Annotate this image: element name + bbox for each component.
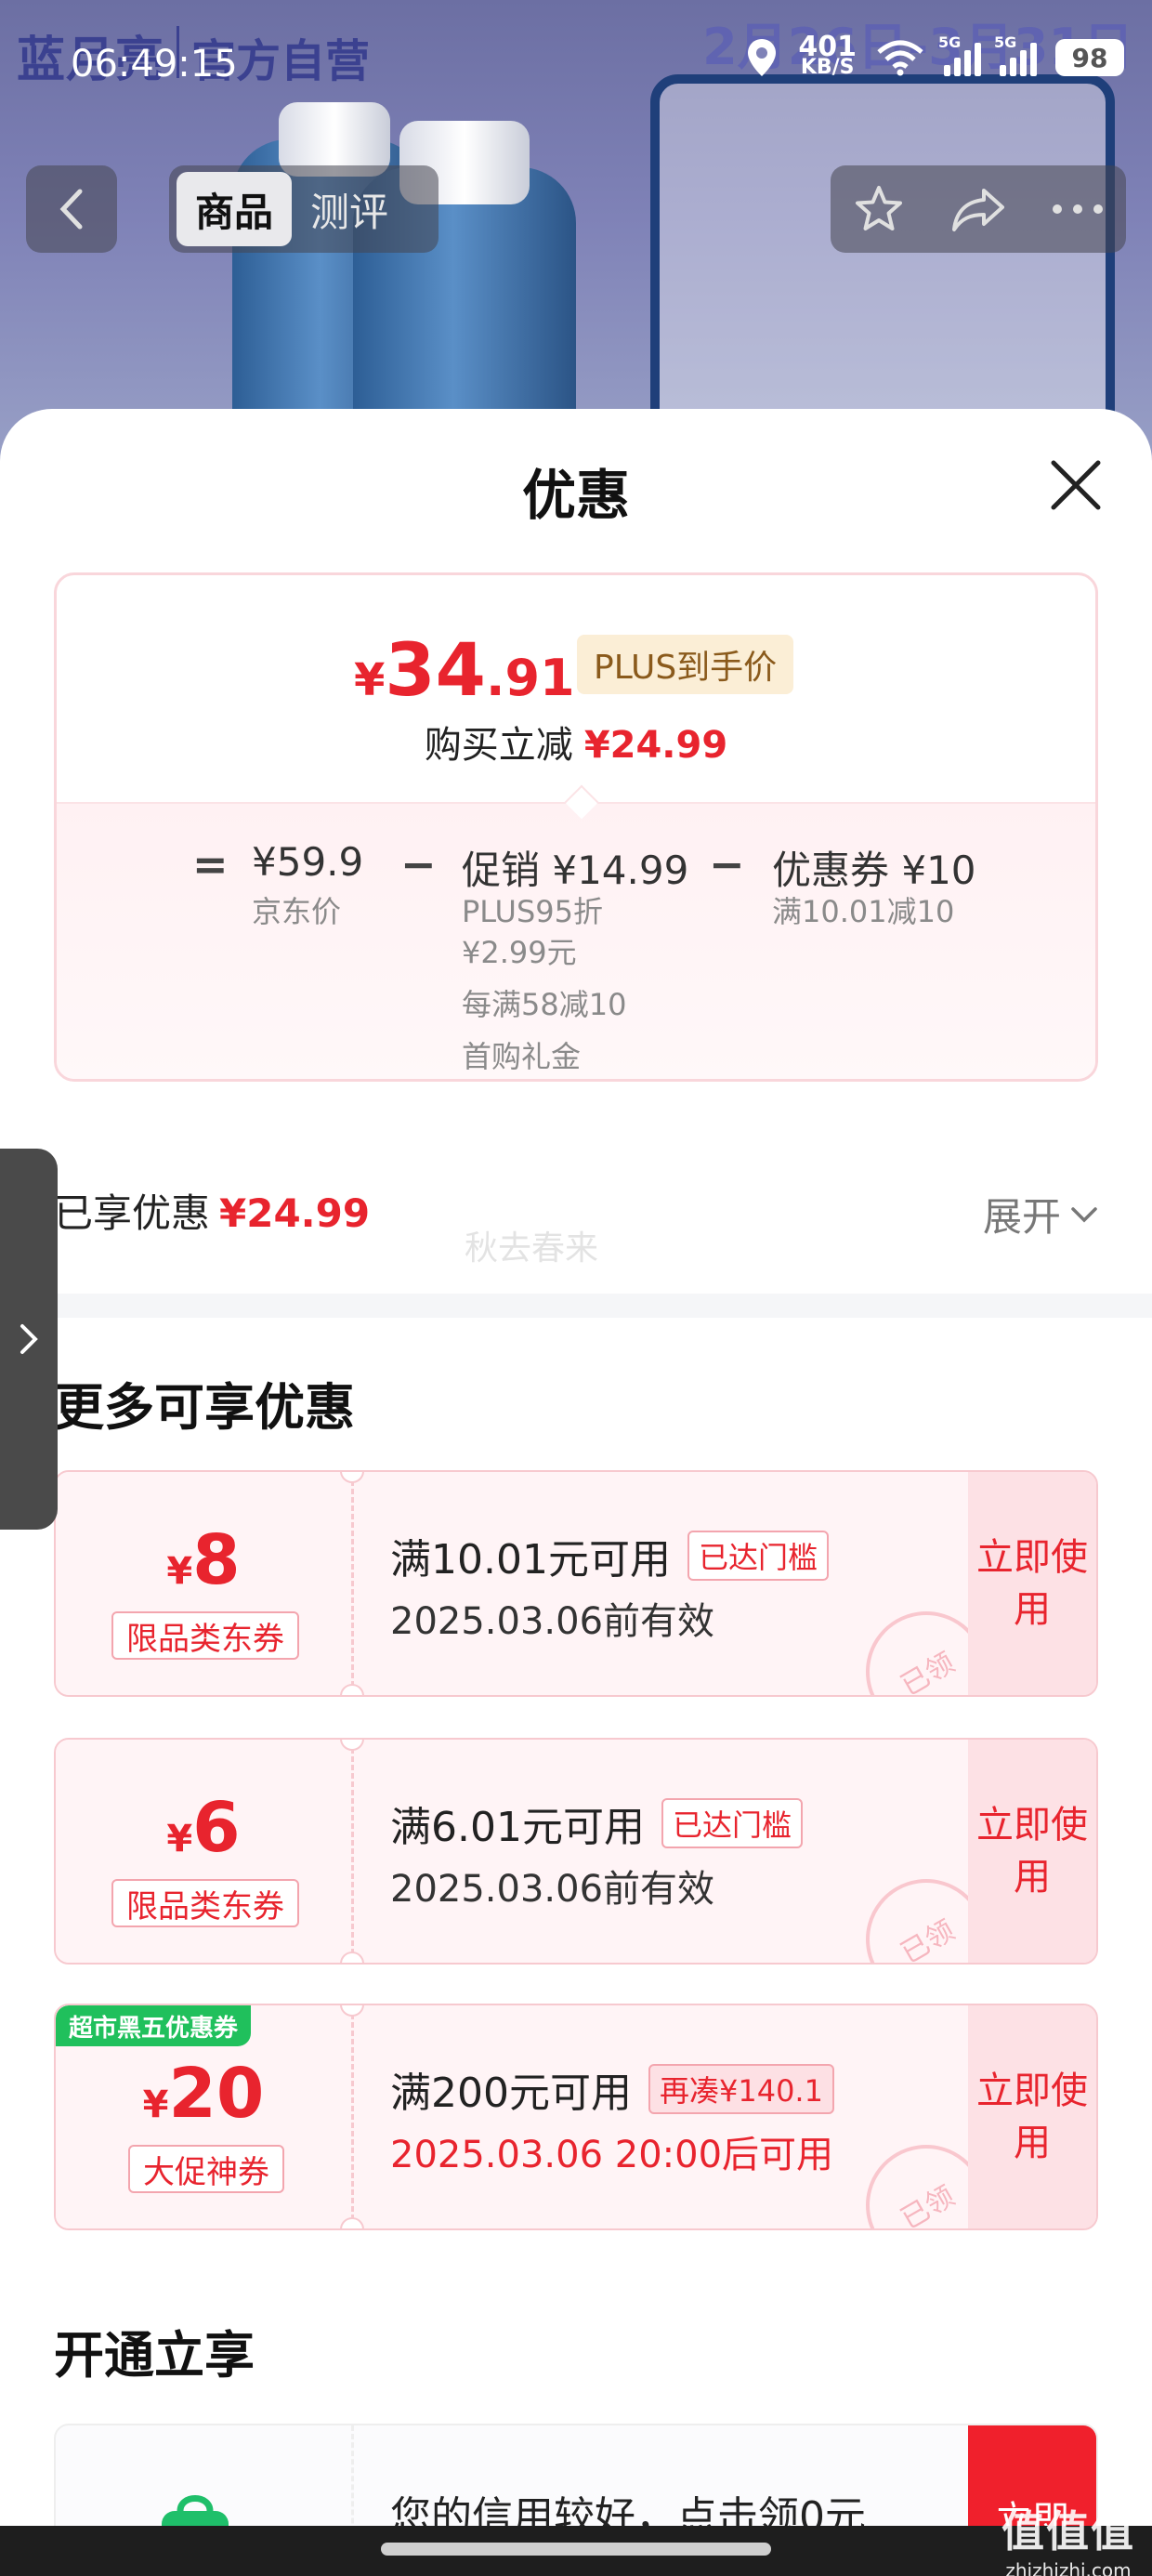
threshold-badge: 已达门槛	[661, 1798, 803, 1848]
equals-sign: =	[192, 839, 229, 889]
coupon-type-badge: 限品类东券	[111, 1611, 299, 1660]
back-button[interactable]	[26, 165, 117, 253]
coupon-condition: 满6.01元可用 已达门槛	[390, 1794, 803, 1853]
tab-review[interactable]: 测评	[292, 172, 407, 246]
close-icon[interactable]	[1046, 455, 1106, 515]
status-time: 06:49:15	[71, 43, 238, 85]
sheet-title: 优惠	[521, 464, 630, 527]
promo-corner-tag: 超市黑五优惠券	[56, 2005, 252, 2046]
coupon-value: 优惠券 ¥10	[772, 848, 976, 893]
status-bar-icons: 401 KB/S 5G 5G 98	[744, 31, 1124, 79]
coupon-validity: 2025.03.06 20:00后可用	[390, 2134, 834, 2176]
section-divider	[0, 1294, 1152, 1318]
jd-price-value: ¥59.9	[252, 839, 364, 885]
minus-sign: −	[400, 839, 437, 889]
back-icon	[59, 189, 83, 230]
coupon-type-badge: 大促神券	[128, 2145, 284, 2193]
promo-detail: PLUS95折	[462, 894, 603, 929]
chevron-right-icon	[20, 1324, 38, 1354]
jd-price-label: 京东价	[252, 894, 342, 929]
use-now-button[interactable]: 立即使用	[968, 1472, 1096, 1695]
save-summary: 购买立减 ¥24.99	[424, 724, 728, 767]
minus-sign: −	[709, 839, 745, 889]
coupon-condition: 满10.01元可用 已达门槛	[390, 1526, 829, 1585]
home-indicator[interactable]	[381, 2543, 771, 2556]
applied-discount: 已享优惠 ¥24.99	[54, 1190, 371, 1236]
location-icon	[748, 39, 777, 76]
battery-icon: 98	[1055, 39, 1124, 76]
discount-sheet: 优惠 ¥ 34 .91 PLUS到手价 购买立减 ¥24.99 = ¥59.9 京…	[0, 409, 1152, 2576]
final-price: ¥ 34 .91	[354, 629, 575, 713]
coupon-validity: 2025.03.06前有效	[390, 1600, 715, 1643]
price-breakdown-card: ¥ 34 .91 PLUS到手价 购买立减 ¥24.99 = ¥59.9 京东价 …	[54, 572, 1098, 1082]
expand-button[interactable]: 展开	[983, 1186, 1098, 1242]
promo-detail: 每满58减10	[462, 987, 627, 1022]
use-now-button[interactable]: 立即使用	[968, 1740, 1096, 1963]
chevron-down-icon	[1071, 1206, 1097, 1222]
star-icon[interactable]	[853, 183, 905, 235]
open-benefits-title: 开通立享	[54, 2326, 255, 2385]
share-icon[interactable]	[950, 185, 1006, 233]
signal-strength-icon: 5G	[994, 33, 1037, 76]
coupon-condition: 满200元可用 再凑¥140.1	[390, 2059, 834, 2119]
promo-detail: 2元	[462, 1077, 510, 1079]
tab-product[interactable]: 商品	[177, 172, 293, 246]
promo-detail: 首购礼金	[462, 1039, 582, 1074]
coupon-card: ¥8 限品类东券 满10.01元可用 已达门槛 2025.03.06前有效 已领…	[54, 1470, 1098, 1697]
more-icon[interactable]	[1052, 204, 1104, 215]
net-speed: 401 KB/S	[798, 31, 857, 79]
coupon-detail: 满10.01减10	[772, 894, 955, 929]
top-right-tools	[831, 165, 1126, 253]
more-offers-title: 更多可享优惠	[54, 1378, 355, 1437]
coupon-type-badge: 限品类东券	[111, 1879, 299, 1927]
coupon-card: ¥6 限品类东券 满6.01元可用 已达门槛 2025.03.06前有效 已领 …	[54, 1738, 1098, 1965]
signal-strength-icon: 5G	[938, 33, 981, 76]
site-watermark: 值值值 zhizhizhi.com	[1001, 2506, 1135, 2576]
side-drawer-handle[interactable]	[0, 1149, 58, 1530]
wifi-icon	[877, 40, 923, 76]
page-tabs: 商品 测评	[169, 165, 439, 253]
coupon-amount: ¥8	[166, 1520, 241, 1600]
watermark-text: 秋去春来	[465, 1229, 599, 1268]
coupon-amount: ¥20	[142, 2054, 265, 2134]
promo-detail: ¥2.99元	[462, 935, 577, 970]
threshold-badge: 已达门槛	[687, 1531, 829, 1581]
coupon-validity: 2025.03.06前有效	[390, 1868, 715, 1911]
plus-price-tag: PLUS到手价	[577, 635, 794, 694]
use-now-button[interactable]: 立即使用	[968, 2005, 1096, 2228]
threshold-badge: 再凑¥140.1	[648, 2064, 834, 2114]
promotion-value: 促销 ¥14.99	[462, 848, 689, 893]
coupon-card: 超市黑五优惠券 ¥20 大促神券 满200元可用 再凑¥140.1 2025.0…	[54, 2004, 1098, 2230]
coupon-amount: ¥6	[166, 1788, 241, 1868]
